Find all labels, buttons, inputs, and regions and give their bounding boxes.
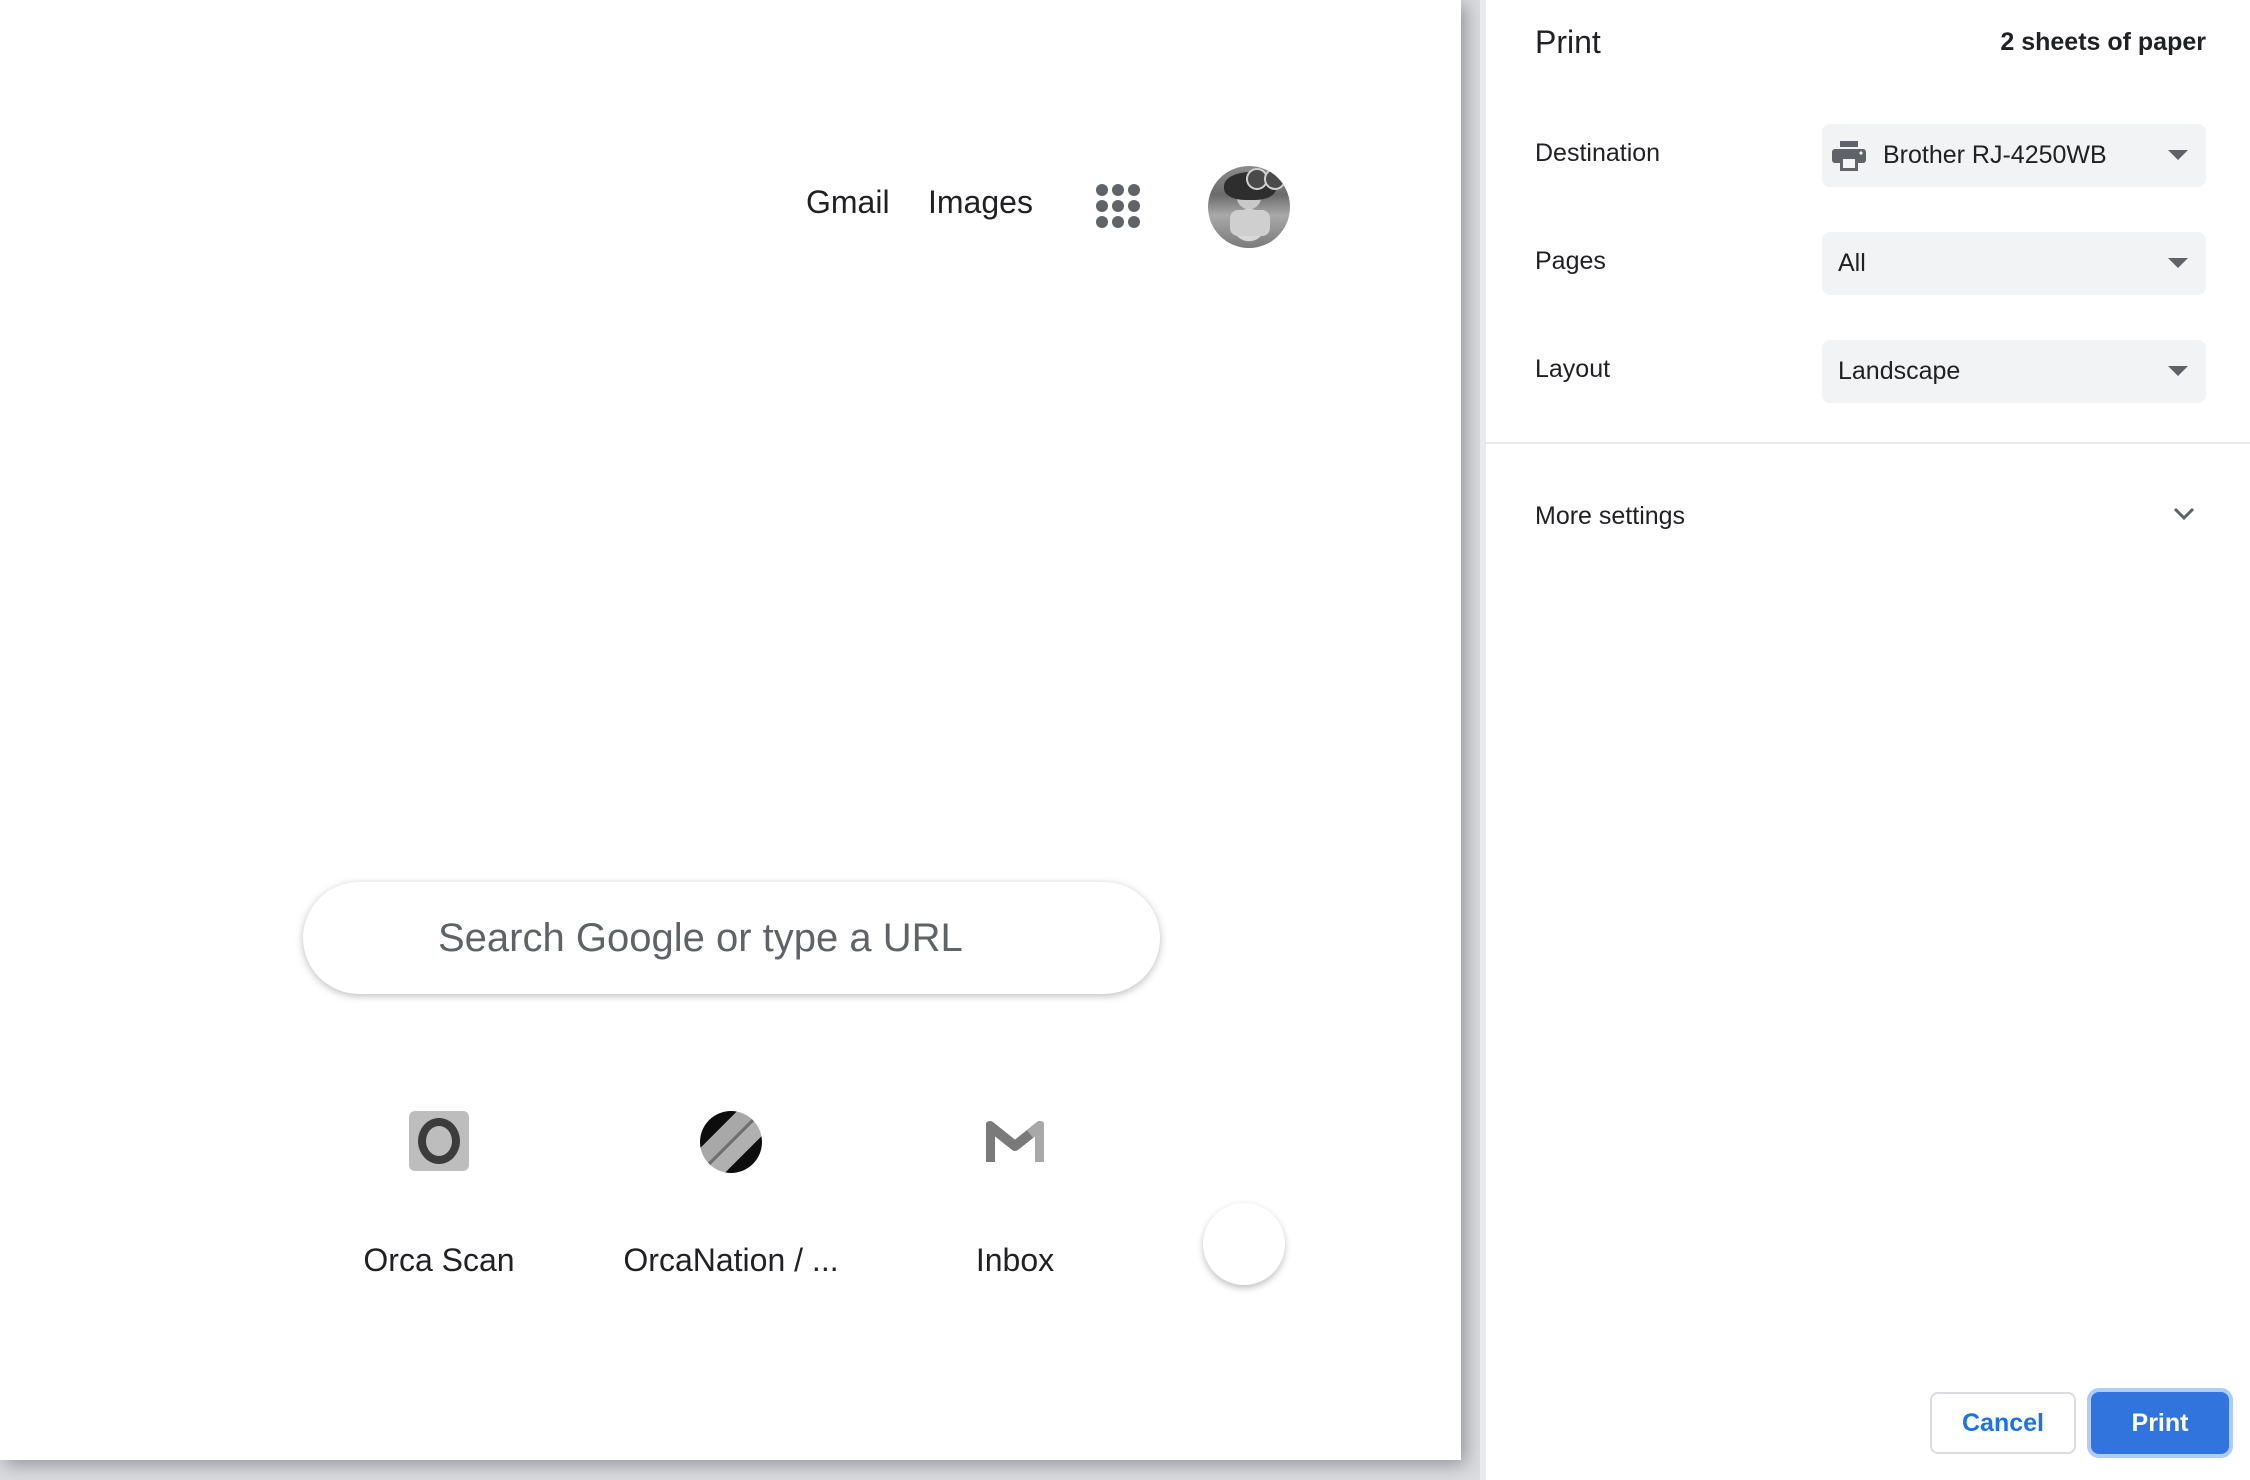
- search-input[interactable]: [436, 914, 1120, 962]
- print-preview-area: Gmail Images Orca Scan OrcaNation / ...: [0, 0, 1480, 1480]
- section-divider: [1486, 442, 2250, 444]
- print-button[interactable]: Print: [2091, 1392, 2229, 1454]
- orcanation-icon: [700, 1111, 762, 1173]
- dropdown-arrow-icon: [2168, 150, 2188, 160]
- apps-dot: [1112, 216, 1124, 228]
- dropdown-arrow-icon: [2168, 366, 2188, 376]
- images-link[interactable]: Images: [928, 184, 1033, 221]
- apps-dot: [1096, 200, 1108, 212]
- orca-scan-icon: [409, 1111, 469, 1171]
- destination-label: Destination: [1535, 139, 1661, 167]
- shortcut-orca-scan[interactable]: Orca Scan: [324, 1090, 554, 1290]
- add-shortcut-button[interactable]: [1203, 1203, 1285, 1285]
- layout-select[interactable]: Landscape: [1822, 340, 2206, 403]
- orca-scan-ring: [418, 1118, 460, 1164]
- avatar-mask: [1230, 210, 1270, 236]
- print-title: Print: [1535, 24, 1601, 60]
- pages-select[interactable]: All: [1822, 232, 2206, 295]
- shortcut-label: OrcaNation / ...: [623, 1242, 839, 1278]
- more-settings-toggle[interactable]: More settings: [1486, 480, 2250, 552]
- destination-select[interactable]: Brother RJ-4250WB: [1822, 124, 2206, 187]
- dropdown-arrow-icon: [2168, 258, 2188, 268]
- chevron-down-icon: [2173, 507, 2195, 521]
- sheet-count: 2 sheets of paper: [2000, 28, 2206, 56]
- apps-grid-icon[interactable]: [1096, 184, 1140, 228]
- apps-dot: [1096, 184, 1108, 196]
- shortcut-inbox[interactable]: Inbox: [900, 1090, 1130, 1290]
- apps-dot: [1128, 200, 1140, 212]
- avatar-goggle: [1264, 168, 1286, 190]
- shortcut-label: Orca Scan: [363, 1242, 515, 1278]
- cancel-button[interactable]: Cancel: [1930, 1392, 2076, 1454]
- search-box[interactable]: [303, 882, 1160, 994]
- apps-dot: [1128, 184, 1140, 196]
- apps-dot: [1096, 216, 1108, 228]
- apps-dot: [1112, 200, 1124, 212]
- more-settings-label: More settings: [1535, 502, 1686, 530]
- gmail-link[interactable]: Gmail: [806, 184, 890, 221]
- destination-value: Brother RJ-4250WB: [1883, 141, 2107, 169]
- layout-value: Landscape: [1838, 357, 1961, 385]
- pages-label: Pages: [1535, 247, 1606, 275]
- apps-dot: [1128, 216, 1140, 228]
- gmail-icon: [986, 1121, 1044, 1162]
- pages-value: All: [1838, 249, 1866, 277]
- printer-icon: [1832, 140, 1866, 171]
- preview-page: Gmail Images Orca Scan OrcaNation / ...: [0, 0, 1461, 1460]
- shortcut-label: Inbox: [975, 1242, 1055, 1278]
- profile-avatar[interactable]: [1208, 166, 1290, 248]
- shortcut-orcanation[interactable]: OrcaNation / ...: [616, 1090, 846, 1290]
- apps-dot: [1112, 184, 1124, 196]
- print-settings-sidebar: Print 2 sheets of paper Destination Brot…: [1480, 0, 2250, 1480]
- layout-label: Layout: [1535, 355, 1611, 383]
